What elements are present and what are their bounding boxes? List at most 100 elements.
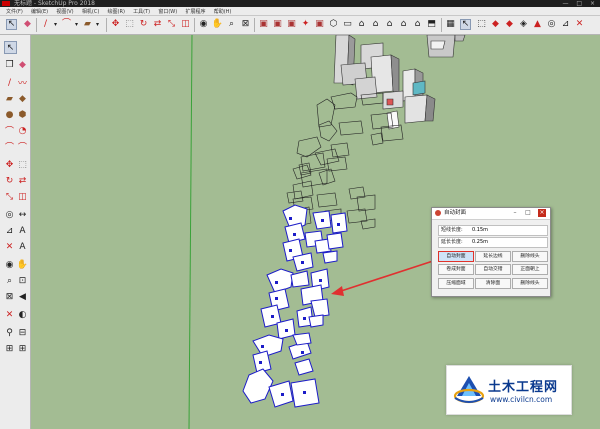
left-view-icon[interactable]: ⌂ <box>398 19 409 30</box>
xray-icon[interactable]: ⬒ <box>426 19 437 30</box>
maximize-icon[interactable]: □ <box>524 209 532 217</box>
textured-icon[interactable]: ◆ <box>504 19 515 30</box>
delete-line-ends-button-2[interactable]: 删除线头 <box>512 278 548 289</box>
axes-icon[interactable]: ✕ <box>4 241 15 252</box>
pan-icon[interactable]: ✋ <box>212 19 223 30</box>
warehouse-icon[interactable]: ▣ <box>258 19 269 30</box>
roll-face-button[interactable]: 卷成封面 <box>438 264 474 275</box>
rotate-tool-icon[interactable]: ↻ <box>138 19 149 30</box>
menu-help[interactable]: 帮助(H) <box>214 8 232 16</box>
menu-file[interactable]: 文件(F) <box>6 8 23 16</box>
tape-measure-icon[interactable]: ◎ <box>546 19 557 30</box>
position-camera-icon[interactable]: ✕ <box>4 309 15 320</box>
rotated-rectangle-icon[interactable]: ◆ <box>17 93 28 104</box>
3d-text-icon[interactable]: A <box>17 241 28 252</box>
bottom-view-icon[interactable]: ⌂ <box>412 19 423 30</box>
window-controls[interactable]: — □ × <box>562 0 598 7</box>
three-point-arc-icon[interactable]: ⌒ <box>17 141 28 153</box>
polygon-tool-icon[interactable]: ⬢ <box>17 109 28 120</box>
offset-tool-icon[interactable]: ◫ <box>17 191 28 202</box>
style-builder-icon[interactable]: ▣ <box>314 19 325 30</box>
back-view-icon[interactable]: ⌂ <box>384 19 395 30</box>
menu-window[interactable]: 窗口(W) <box>158 8 177 16</box>
menu-draw[interactable]: 绘图(R) <box>108 8 125 16</box>
line-tool-icon[interactable]: ∕ <box>4 77 15 88</box>
close-icon[interactable]: × <box>538 209 546 217</box>
pie-tool-icon[interactable]: ◔ <box>17 125 28 136</box>
rectangle-tool-icon[interactable]: ▰ <box>4 93 15 104</box>
right-view-icon[interactable]: ⌂ <box>370 19 381 30</box>
text-tool-icon[interactable]: A <box>17 225 28 236</box>
look-around-icon[interactable]: ◐ <box>17 309 28 320</box>
zoom-extents-icon[interactable]: ⊠ <box>240 19 251 30</box>
menu-extensions[interactable]: 扩展程序 <box>185 8 205 16</box>
eraser-icon[interactable]: ◆ <box>22 19 33 30</box>
minimize-icon[interactable]: – <box>511 209 519 217</box>
compress-faces-button[interactable]: 压缩面域 <box>438 278 474 289</box>
follow-me-icon[interactable]: ⇄ <box>152 19 163 30</box>
extend-length-value[interactable]: 0.25m <box>472 238 488 247</box>
face-up-button[interactable]: 正面朝上 <box>512 264 548 275</box>
scale-tool-icon[interactable]: ⤡ <box>4 191 15 202</box>
section-cuts-icon[interactable]: ⊞ <box>17 343 28 354</box>
menu-edit[interactable]: 编辑(E) <box>31 8 48 16</box>
follow-me-icon[interactable]: ⇄ <box>17 175 28 186</box>
select-tool-icon-2[interactable]: ↖ <box>460 19 471 30</box>
circle-tool-icon[interactable]: ● <box>4 109 15 120</box>
section-display-icon[interactable]: ⊞ <box>4 343 15 354</box>
menu-view[interactable]: 视图(V) <box>56 8 73 16</box>
hidden-line-icon[interactable]: ⬚ <box>476 19 487 30</box>
scale-tool-icon[interactable]: ⤡ <box>166 19 177 30</box>
top-view-icon[interactable]: ▭ <box>342 19 353 30</box>
offset-tool-icon[interactable]: ◫ <box>180 19 191 30</box>
freehand-icon[interactable]: 〰 <box>17 77 28 89</box>
move-tool-icon[interactable]: ✥ <box>4 159 15 170</box>
dimension-icon[interactable]: ↔ <box>17 209 28 220</box>
menu-camera[interactable]: 相机(C) <box>82 8 99 16</box>
dropdown-arrow-icon[interactable]: ▾ <box>71 19 82 30</box>
zoom-icon[interactable]: ⌕ <box>226 19 237 30</box>
watermark-url[interactable]: www.civilcn.com <box>490 395 552 404</box>
eraser-icon[interactable]: ◆ <box>17 59 28 70</box>
arc-tool-icon[interactable]: ⌒ <box>4 125 15 137</box>
short-line-length-value[interactable]: 0.15m <box>472 226 488 235</box>
two-point-arc-icon[interactable]: ⌒ <box>4 141 15 153</box>
extension-icon[interactable]: ▣ <box>272 19 283 30</box>
push-pull-icon[interactable]: ⬚ <box>124 19 135 30</box>
section-plane-icon[interactable]: ⊟ <box>17 327 28 338</box>
orbit-icon[interactable]: ◉ <box>198 19 209 30</box>
extend-length-field[interactable]: 延长长度: 0.25m <box>438 237 548 248</box>
pan-icon[interactable]: ✋ <box>17 259 28 270</box>
layout-icon[interactable]: ✦ <box>300 19 311 30</box>
short-line-length-field[interactable]: 短线长度: 0.15m <box>438 225 548 236</box>
select-tool-icon[interactable]: ↖ <box>4 41 17 54</box>
shaded-icon[interactable]: ◆ <box>490 19 501 30</box>
protractor-icon[interactable]: ⊿ <box>4 225 15 236</box>
protractor-icon[interactable]: ⊿ <box>560 19 571 30</box>
iso-view-icon[interactable]: ⬡ <box>328 19 339 30</box>
zoom-extents-icon[interactable]: ⊠ <box>4 291 15 302</box>
previous-view-icon[interactable]: ◀ <box>17 291 28 302</box>
dialog-titlebar[interactable]: 自动封面 – □ × <box>432 208 550 220</box>
walk-icon[interactable]: ⚲ <box>4 327 15 338</box>
zoom-window-icon[interactable]: ⊡ <box>17 275 28 286</box>
move-tool-icon[interactable]: ✥ <box>110 19 121 30</box>
zoom-icon[interactable]: ⌕ <box>4 275 15 286</box>
extension-manager-icon[interactable]: ▣ <box>286 19 297 30</box>
select-tool-icon[interactable]: ↖ <box>6 19 17 30</box>
wireframe-icon[interactable]: ▦ <box>445 19 456 30</box>
rotate-tool-icon[interactable]: ↻ <box>4 175 15 186</box>
front-view-icon[interactable]: ⌂ <box>356 19 367 30</box>
axes-icon[interactable]: ✕ <box>574 19 585 30</box>
paint-bucket-icon[interactable]: ▲ <box>532 19 543 30</box>
auto-intersect-button[interactable]: 自动交错 <box>475 264 511 275</box>
extend-edges-button[interactable]: 延长边线 <box>475 251 511 262</box>
menu-tools[interactable]: 工具(T) <box>133 8 150 16</box>
auto-face-button[interactable]: 自动封面 <box>438 251 474 262</box>
orbit-icon[interactable]: ◉ <box>4 259 15 270</box>
monochrome-icon[interactable]: ◈ <box>518 19 529 30</box>
push-pull-icon[interactable]: ⬚ <box>17 159 28 170</box>
delete-line-ends-button[interactable]: 删除线头 <box>512 251 548 262</box>
dropdown-arrow-icon[interactable]: ▾ <box>92 19 103 30</box>
make-component-icon[interactable]: ❒ <box>4 59 15 70</box>
